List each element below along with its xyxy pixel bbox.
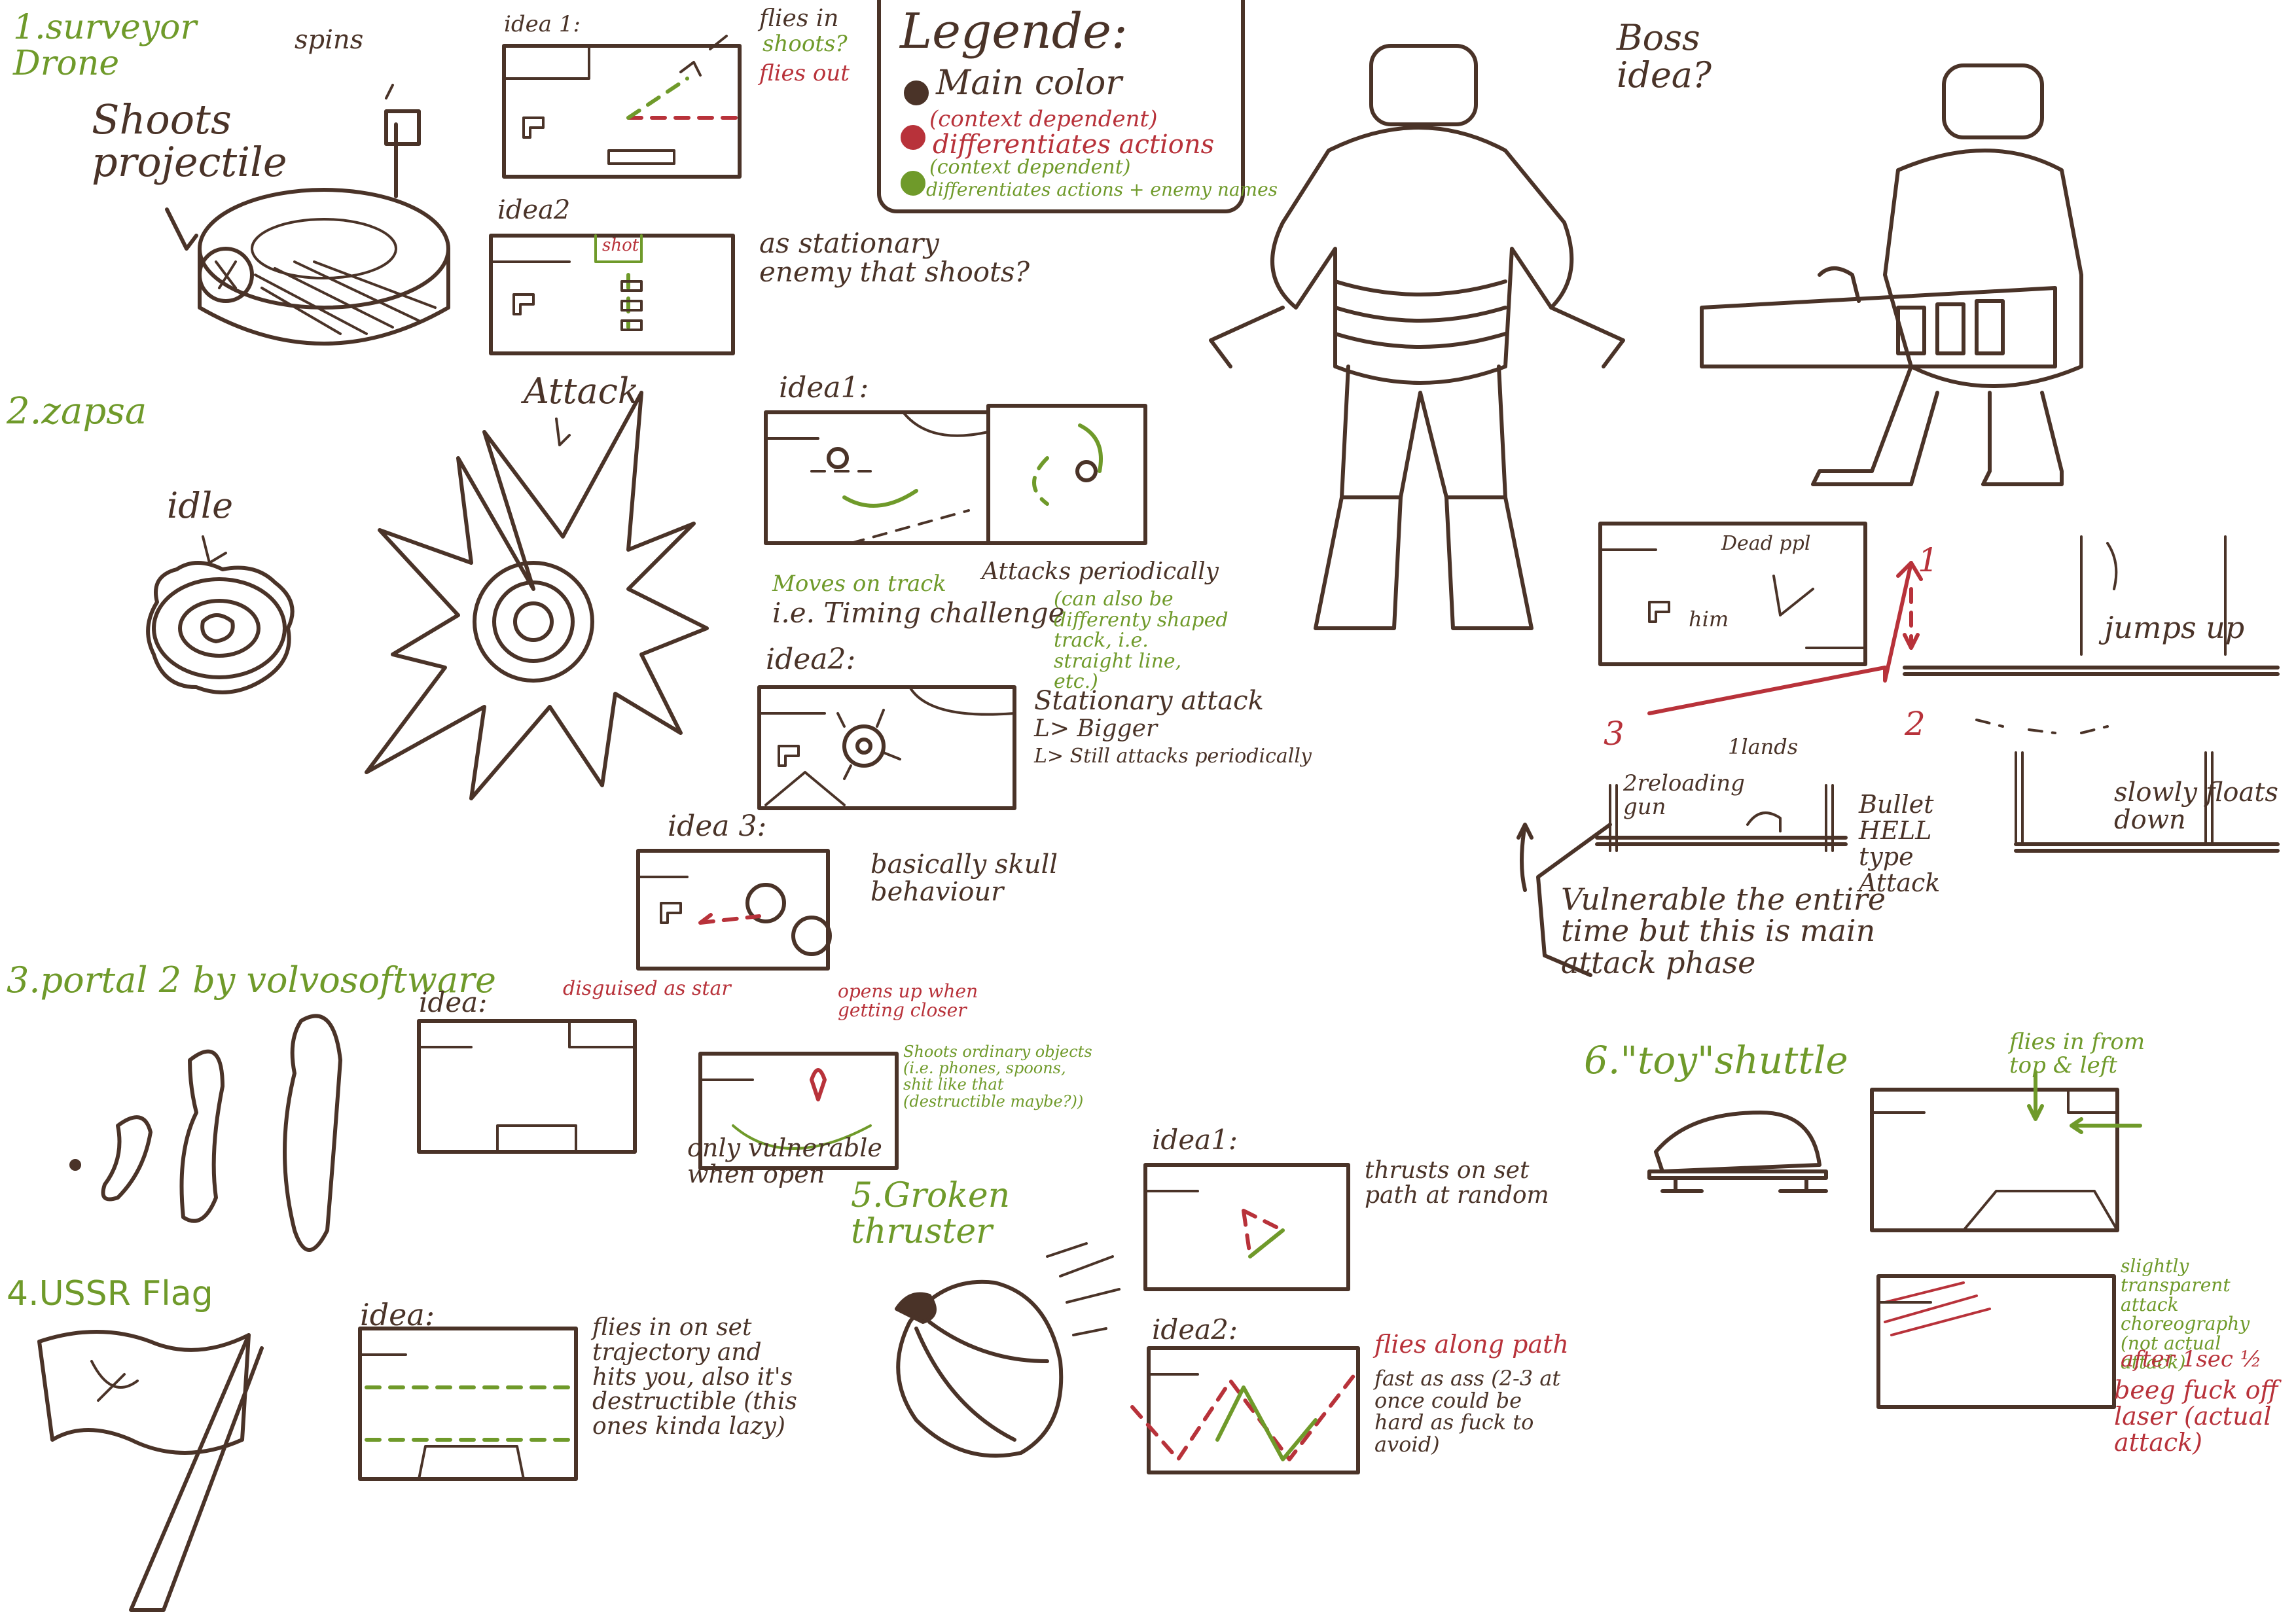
boss-side-drawing — [1700, 63, 2083, 486]
surveyor-note-spins: spins — [295, 25, 364, 55]
shuttle-flies-in-from: flies in from top & left — [2009, 1029, 2145, 1079]
thruster-idea2-label: idea2: — [1152, 1313, 1238, 1346]
surveyor-note-shoots: Shoots projectile — [92, 96, 287, 187]
boss-jumps-up: jumps up — [2104, 610, 2245, 645]
boss-step2: 2 — [1905, 705, 1926, 743]
boss-heading: Boss idea? — [1617, 17, 1712, 96]
zapsa-attack-drawing — [365, 391, 709, 800]
zapsa-moves-on-track: Moves on track — [772, 571, 946, 597]
portal-shoots-objects: Shoots ordinary objects (i.e. phones, sp… — [903, 1043, 1092, 1111]
zapsa-idea3-box — [636, 849, 832, 971]
surveyor-idea1-note-a: flies in — [759, 5, 839, 32]
thruster-flies-along: flies along path — [1374, 1330, 1569, 1359]
surveyor-idea2-shot: shot — [602, 236, 639, 255]
thruster-fast: fast as ass (2-3 at once could be hard a… — [1374, 1366, 1561, 1457]
ussr-flag-drawing — [37, 1330, 264, 1612]
thruster-thrusts: thrusts on set path at random — [1365, 1157, 1549, 1209]
ussr-flies-in: flies in on set trajectory and hits you,… — [592, 1314, 797, 1440]
zapsa-idle-drawing — [146, 535, 295, 694]
surveyor-idea2-note: as stationary enemy that shoots? — [759, 227, 1030, 289]
boss-him: him — [1689, 607, 1729, 632]
zapsa-idea2-box — [757, 685, 1016, 810]
surveyor-idea1-note-c: flies out — [759, 60, 850, 86]
ussr-heading: 4.USSR Flag — [7, 1274, 213, 1313]
zapsa-idea1-label: idea1: — [779, 371, 869, 404]
shuttle-after: after 1sec ½ — [2121, 1346, 2262, 1372]
boss-slowly: slowly floats down — [2114, 777, 2278, 835]
boss-front-drawing — [1209, 44, 1625, 630]
zapsa-idle: idle — [167, 485, 234, 526]
ussr-idea-label: idea: — [360, 1297, 435, 1332]
legend-green-line2: differentiates actions + enemy names — [926, 179, 1278, 200]
surveyor-idea1-note-b: shoots? — [762, 31, 848, 57]
zapsa-stationary-attack: Stationary attack — [1034, 686, 1264, 716]
legend-red-line1: (context dependent) — [929, 106, 1158, 132]
boss-reloading: 2reloading gun — [1623, 770, 1745, 820]
surveyor-idea1-label: idea 1: — [504, 11, 581, 37]
surveyor-heading: 1.surveyor Drone — [13, 8, 197, 83]
thruster-idea1-label: idea1: — [1152, 1124, 1238, 1156]
boss-dead-ppl: Dead ppl — [1721, 532, 1811, 555]
portal-disguised: disguised as star — [563, 977, 731, 1000]
zapsa-can-also-be: (can also be differenty shaped track, i.… — [1054, 588, 1229, 693]
zapsa-heading: 2.zapsa — [7, 390, 147, 433]
surveyor-idea2-label: idea2 — [497, 195, 571, 225]
shuttle-drawing — [1647, 1111, 1828, 1193]
zapsa-idea3-label: idea 3: — [668, 810, 767, 843]
thruster-heading: 5.Groken thruster — [851, 1176, 1011, 1251]
surveyor-idea1-box — [502, 35, 742, 179]
ussr-idea-box — [358, 1327, 578, 1481]
boss-vulnerable: Vulnerable the entire time but this is m… — [1561, 882, 1886, 980]
legend-green-line1: (context dependent) — [929, 156, 1131, 179]
zapsa-basically-skull: basically skull behaviour — [870, 849, 1058, 907]
zapsa-idea2-label: idea2: — [766, 643, 856, 676]
shuttle-idea-boxes — [1870, 1071, 2142, 1409]
zapsa-bigger: L> Bigger — [1034, 715, 1158, 742]
shuttle-heading: 6."toy"shuttle — [1584, 1038, 1848, 1082]
zapsa-timing: i.e. Timing challenge — [772, 597, 1065, 629]
boss-bullet-hell: Bullet HELL type Attack — [1859, 790, 1941, 897]
zapsa-still-attacks: L> Still attacks periodically — [1034, 745, 1312, 768]
boss-step1: 1 — [1918, 541, 1939, 579]
portal-drawing — [69, 1014, 342, 1252]
portal-idea-label: idea: — [419, 986, 488, 1018]
zapsa-attacks-periodically: Attacks periodically — [982, 558, 1219, 585]
portal-opens-up: opens up when getting closer — [838, 980, 978, 1022]
thruster-drawing — [895, 1242, 1121, 1458]
legend-main-color: Main color — [936, 63, 1122, 103]
zapsa-idea1-boxes — [764, 404, 1147, 545]
zapsa-attack: Attack — [524, 370, 639, 412]
boss-step3: 3 — [1604, 715, 1624, 753]
boss-lands: 1lands — [1728, 734, 1799, 759]
legend-red-line2: differentiates actions — [933, 130, 1215, 160]
legend-title: Legende: — [900, 3, 1128, 60]
shuttle-laser: beeg fuck off laser (actual attack) — [2114, 1376, 2278, 1457]
